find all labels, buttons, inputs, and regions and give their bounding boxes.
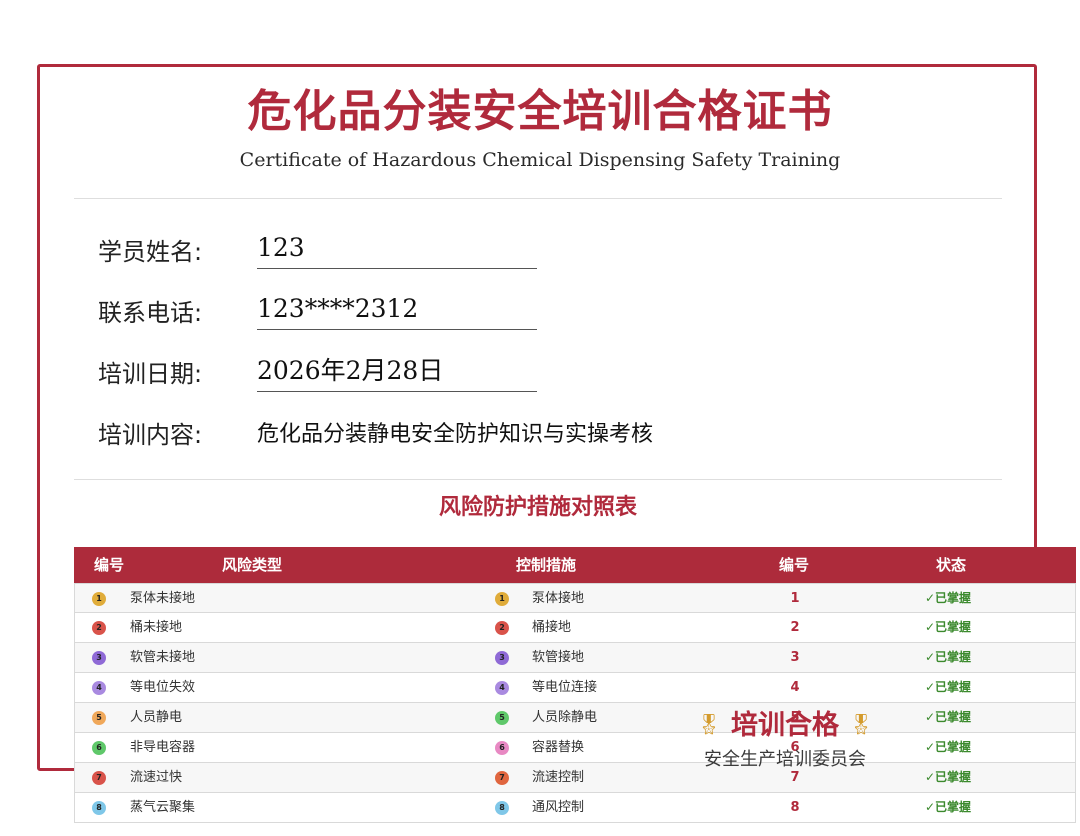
table-row: 1 泵体未接地 1 泵体接地 1 ✓已掌握: [74, 583, 1076, 613]
risk-type-cell: 非导电容器: [130, 740, 196, 755]
row-badge-right: 3: [495, 651, 509, 665]
row-badge-left: 2: [92, 621, 106, 635]
student-name-label: 学员姓名:: [98, 238, 203, 266]
table-row: 5 人员静电 5 人员除静电 5 ✓已掌握: [74, 703, 1076, 733]
status-cell: ✓已掌握: [925, 650, 972, 664]
training-date-label: 培训日期:: [98, 360, 203, 388]
control-measure-cell: 桶接地: [532, 620, 572, 635]
seal-issuer: 安全生产培训委员会: [704, 749, 866, 770]
row-badge-right: 5: [495, 711, 509, 725]
table-row: 3 软管未接地 3 软管接地 3 ✓已掌握: [74, 643, 1076, 673]
student-name-value: 123: [257, 232, 537, 269]
risk-type-cell: 桶未接地: [130, 620, 183, 635]
control-measure-cell: 通风控制: [532, 800, 585, 815]
table-row: 6 非导电容器 6 容器替换 6 ✓已掌握: [74, 733, 1076, 763]
row-badge-right: 2: [495, 621, 509, 635]
header-status: 状态: [936, 556, 967, 574]
control-measure-cell: 流速控制: [532, 770, 585, 785]
seal-title-text: 培训合格: [731, 710, 839, 741]
seal-title: 🎖 培训合格 🎖: [690, 704, 880, 746]
control-measure-cell: 等电位连接: [532, 680, 598, 695]
training-content-value: 危化品分装静电安全防护知识与实操考核: [257, 422, 654, 447]
table-body: 1 泵体未接地 1 泵体接地 1 ✓已掌握 2 桶未接地 2 桶接地 2 ✓已掌握 3 软管未接地 3 软管接…: [74, 583, 1076, 823]
control-measure-cell: 人员除静电: [532, 710, 598, 725]
medal-icon: 🎖: [848, 712, 874, 736]
row-badge-right: 8: [495, 801, 509, 815]
row-badge-left: 1: [92, 592, 106, 606]
row-badge-left: 5: [92, 711, 106, 725]
certificate-title: 危化品分装安全培训合格证书: [247, 86, 833, 137]
number-cell: 4: [790, 680, 800, 695]
risk-type-cell: 软管未接地: [130, 650, 196, 665]
table-row: 4 等电位失效 4 等电位连接 4 ✓已掌握: [74, 673, 1076, 703]
status-cell: ✓已掌握: [925, 740, 972, 754]
status-cell: ✓已掌握: [925, 770, 972, 784]
row-badge-right: 7: [495, 771, 509, 785]
header-number-2: 编号: [779, 556, 810, 574]
status-cell: ✓已掌握: [925, 710, 972, 724]
risk-control-table: 编号 风险类型 控制措施 编号 状态 1 泵体未接地 1 泵体接地 1 ✓已掌握 2 桶未接地…: [74, 547, 1076, 823]
number-cell: 3: [790, 650, 800, 665]
row-badge-left: 8: [92, 801, 106, 815]
header-risk-type: 风险类型: [222, 556, 283, 574]
risk-type-cell: 蒸气云聚集: [130, 800, 196, 815]
table-row: 7 流速过快 7 流速控制 7 ✓已掌握: [74, 763, 1076, 793]
table-row: 8 蒸气云聚集 8 通风控制 8 ✓已掌握: [74, 793, 1076, 823]
number-cell: 8: [790, 800, 800, 815]
header-number: 编号: [94, 556, 125, 574]
divider: [74, 198, 1002, 199]
number-cell: 2: [790, 620, 800, 635]
row-badge-left: 3: [92, 651, 106, 665]
risk-type-cell: 人员静电: [130, 710, 183, 725]
phone-value: 123****2312: [257, 293, 537, 330]
status-cell: ✓已掌握: [925, 800, 972, 814]
risk-table-title: 风险防护措施对照表: [438, 495, 637, 520]
status-cell: ✓已掌握: [925, 620, 972, 634]
training-content-label: 培训内容:: [98, 421, 203, 449]
header-control-measure: 控制措施: [516, 556, 577, 574]
training-date-value: 2026年2月28日: [257, 355, 537, 392]
control-measure-cell: 泵体接地: [532, 591, 585, 606]
certificate-subtitle: Certificate of Hazardous Chemical Dispen…: [239, 149, 841, 171]
control-measure-cell: 容器替换: [532, 740, 585, 755]
medal-icon: 🎖: [696, 712, 722, 736]
control-measure-cell: 软管接地: [532, 650, 585, 665]
risk-type-cell: 泵体未接地: [130, 591, 196, 606]
table-row: 2 桶未接地 2 桶接地 2 ✓已掌握: [74, 613, 1076, 643]
status-cell: ✓已掌握: [925, 680, 972, 694]
divider: [74, 479, 1002, 480]
risk-type-cell: 等电位失效: [130, 680, 196, 695]
risk-type-cell: 流速过快: [130, 770, 183, 785]
row-badge-left: 7: [92, 771, 106, 785]
row-badge-right: 1: [495, 592, 509, 606]
status-cell: ✓已掌握: [925, 591, 972, 605]
row-badge-right: 6: [495, 741, 509, 755]
row-badge-left: 6: [92, 741, 106, 755]
phone-label: 联系电话:: [98, 299, 203, 327]
row-badge-right: 4: [495, 681, 509, 695]
table-header: 编号 风险类型 控制措施 编号 状态: [74, 547, 1076, 583]
row-badge-left: 4: [92, 681, 106, 695]
number-cell: 1: [790, 591, 800, 606]
